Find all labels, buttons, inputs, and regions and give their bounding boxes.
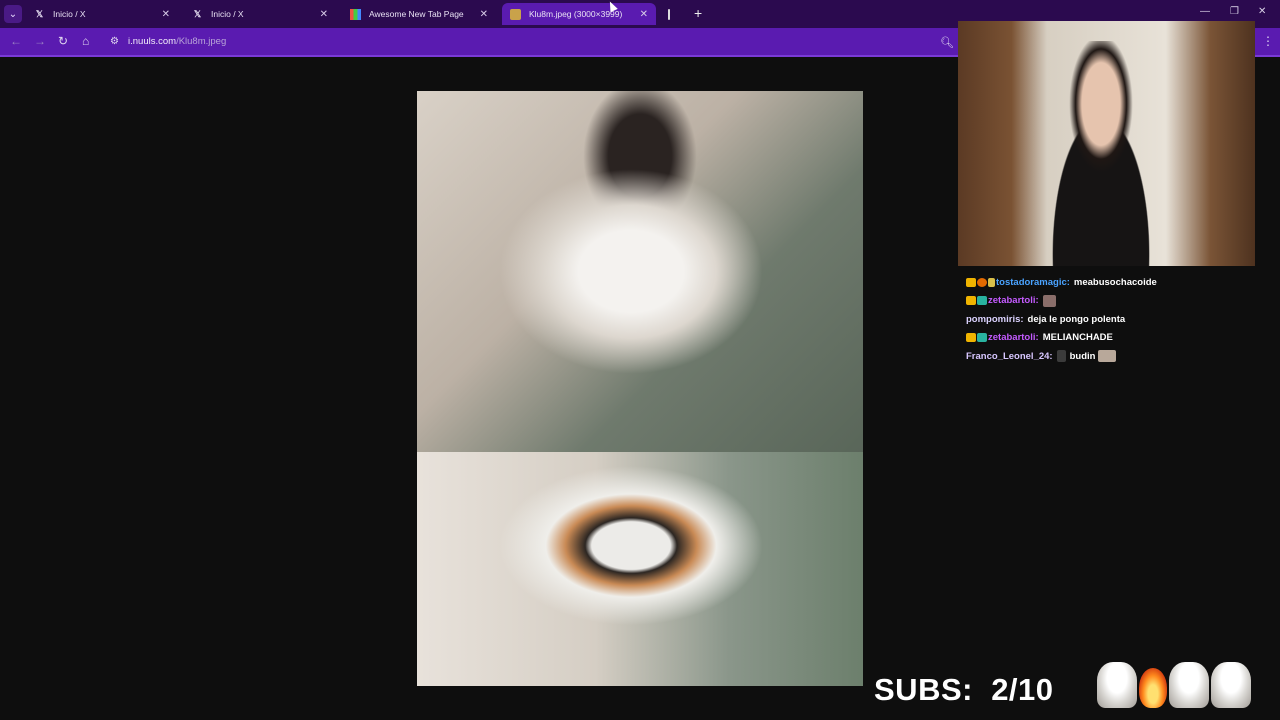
site-info-icon[interactable]: ⚙ bbox=[110, 36, 119, 47]
badge-icon bbox=[977, 333, 987, 343]
tab-label: Inicio / X bbox=[53, 9, 86, 19]
chat-overlay: tostadoramagic: meabusochacoide zetabart… bbox=[966, 273, 1266, 366]
close-icon[interactable]: ✕ bbox=[320, 9, 328, 20]
menu-icon[interactable]: ⋮ bbox=[1262, 34, 1274, 48]
chat-message: Franco_Leonel_24: budin bbox=[966, 347, 1266, 366]
chat-username: Franco_Leonel_24: bbox=[966, 350, 1053, 362]
close-window-icon[interactable]: ✕ bbox=[1258, 6, 1266, 17]
tab-awesome-new-tab-page[interactable]: Awesome New Tab Page ✕ bbox=[342, 3, 496, 25]
image-icon bbox=[510, 8, 521, 20]
emote-icon bbox=[1056, 350, 1066, 363]
tab-favicon bbox=[668, 8, 670, 20]
close-icon[interactable]: ✕ bbox=[162, 9, 170, 20]
close-icon[interactable]: ✕ bbox=[480, 9, 488, 20]
address-bar[interactable]: i.nuuls.com/Klu8m.jpeg bbox=[128, 36, 226, 47]
chat-username: zetabartoli: bbox=[988, 332, 1039, 344]
emote-icon bbox=[1098, 350, 1117, 363]
chat-username: tostadoramagic: bbox=[996, 276, 1070, 288]
back-icon[interactable]: ← bbox=[10, 34, 22, 48]
badge-icon bbox=[988, 277, 995, 287]
chat-text: budin bbox=[1069, 350, 1096, 362]
tab-klu8m-jpeg[interactable]: Klu8m.jpeg (3000×3999) ✕ bbox=[502, 3, 656, 25]
sub-goal-value: 2/10 bbox=[991, 672, 1054, 707]
streamer bbox=[1026, 41, 1176, 266]
new-tab-button[interactable]: + bbox=[694, 5, 702, 21]
fire-icon bbox=[1139, 668, 1167, 708]
badge-icon bbox=[977, 277, 987, 287]
close-icon[interactable]: ✕ bbox=[640, 9, 648, 20]
home-icon[interactable]: ⌂ bbox=[82, 34, 89, 48]
restore-icon[interactable]: ❐ bbox=[1230, 6, 1239, 17]
forward-icon[interactable]: → bbox=[34, 34, 46, 48]
chat-message: tostadoramagic: meabusochacoide bbox=[966, 273, 1266, 292]
cat-icon bbox=[1211, 662, 1251, 708]
tab-inicio-x-2[interactable]: 𝕏 Inicio / X ✕ bbox=[184, 3, 336, 25]
cat-photo-bottom bbox=[417, 452, 863, 686]
tab-label: Inicio / X bbox=[211, 9, 244, 19]
chat-text: meabusochacoide bbox=[1073, 276, 1157, 288]
chat-username: zetabartoli: bbox=[988, 295, 1039, 307]
tab-search-button[interactable]: ⌄ bbox=[4, 5, 22, 23]
cat-image bbox=[417, 91, 863, 686]
crown-badge-icon bbox=[966, 333, 976, 343]
cat-photo-top bbox=[417, 91, 863, 452]
badge-icon bbox=[977, 296, 987, 306]
chat-text: deja le pongo polenta bbox=[1027, 313, 1126, 325]
cat-icon bbox=[1169, 662, 1209, 708]
tab-label: Klu8m.jpeg (3000×3999) bbox=[529, 9, 623, 19]
webcam-overlay bbox=[958, 21, 1255, 266]
chat-username: pompomiris: bbox=[966, 313, 1024, 325]
reload-icon[interactable]: ↻ bbox=[58, 34, 68, 48]
chat-message: zetabartoli: MELIANCHADE bbox=[966, 329, 1266, 348]
chevron-down-icon: ⌄ bbox=[8, 8, 18, 20]
url-path: /Klu8m.jpeg bbox=[176, 36, 227, 47]
x-logo-icon: 𝕏 bbox=[35, 8, 44, 19]
chat-message: pompomiris: deja le pongo polenta bbox=[966, 310, 1266, 329]
sub-goal: SUBS: 2/10 bbox=[874, 672, 1054, 708]
url-domain: i.nuuls.com bbox=[128, 36, 177, 47]
cat-icon bbox=[1097, 662, 1137, 708]
tab-inicio-x-1[interactable]: 𝕏 Inicio / X ✕ bbox=[26, 3, 178, 25]
tab-pinned[interactable] bbox=[660, 3, 686, 25]
crown-badge-icon bbox=[966, 296, 976, 306]
tab-label: Awesome New Tab Page bbox=[369, 9, 464, 19]
minimize-icon[interactable]: — bbox=[1200, 6, 1210, 17]
sub-goal-decoration bbox=[1097, 662, 1251, 708]
chat-message: zetabartoli: bbox=[966, 292, 1266, 311]
zoom-icon[interactable]: 🔍︎ bbox=[940, 36, 954, 49]
grid-icon bbox=[350, 8, 361, 20]
chat-text: MELIANCHADE bbox=[1042, 332, 1113, 344]
x-logo-icon: 𝕏 bbox=[193, 8, 202, 19]
crown-badge-icon bbox=[966, 277, 976, 287]
sub-goal-label: SUBS: bbox=[874, 672, 973, 707]
emote-icon bbox=[1042, 294, 1056, 307]
